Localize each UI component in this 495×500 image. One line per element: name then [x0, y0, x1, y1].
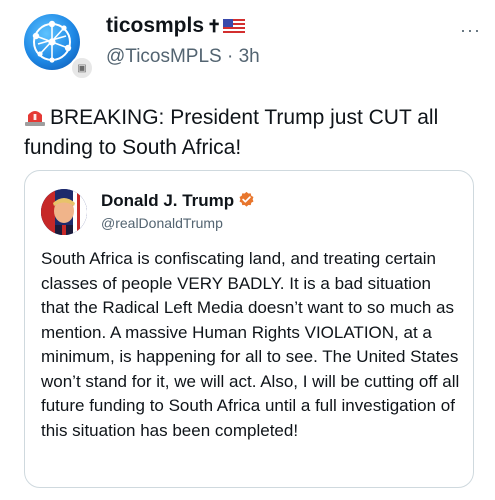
- quoted-author-avatar[interactable]: [41, 189, 87, 235]
- post-text: BREAKING: President Trump just CUT all f…: [24, 103, 464, 163]
- author-name[interactable]: ticosmpls ✝: [106, 14, 246, 38]
- rotating-light-icon: [25, 111, 45, 126]
- quoted-author-handle[interactable]: @realDonaldTrump: [101, 215, 223, 231]
- post-time[interactable]: 3h: [239, 46, 260, 67]
- author-name-text: ticosmpls: [106, 14, 205, 37]
- latin-cross-icon: ✝: [207, 17, 222, 36]
- verified-check-icon: [239, 191, 254, 207]
- post-text-body: BREAKING: President Trump just CUT all f…: [24, 106, 439, 159]
- quoted-post-text: South Africa is confiscating land, and t…: [41, 249, 460, 440]
- author-handle[interactable]: @TicosMPLS: [106, 46, 222, 67]
- separator-dot: ·: [227, 46, 234, 67]
- quoted-author-name[interactable]: Donald J. Trump: [101, 191, 255, 211]
- more-options-icon[interactable]: ···: [460, 20, 481, 41]
- quoted-post-card[interactable]: Donald J. Trump @realDonaldTrump South A…: [24, 170, 474, 488]
- handle-and-time: @TicosMPLS · 3h: [106, 46, 260, 68]
- social-post: ▣ ticosmpls ✝ @TicosMPLS · 3h ··· BREAKIN…: [0, 0, 495, 500]
- portrait-avatar-icon: [41, 189, 87, 235]
- us-flag-icon: [223, 19, 246, 33]
- affiliate-badge-icon: ▣: [70, 56, 94, 80]
- quoted-author-name-text: Donald J. Trump: [101, 191, 235, 210]
